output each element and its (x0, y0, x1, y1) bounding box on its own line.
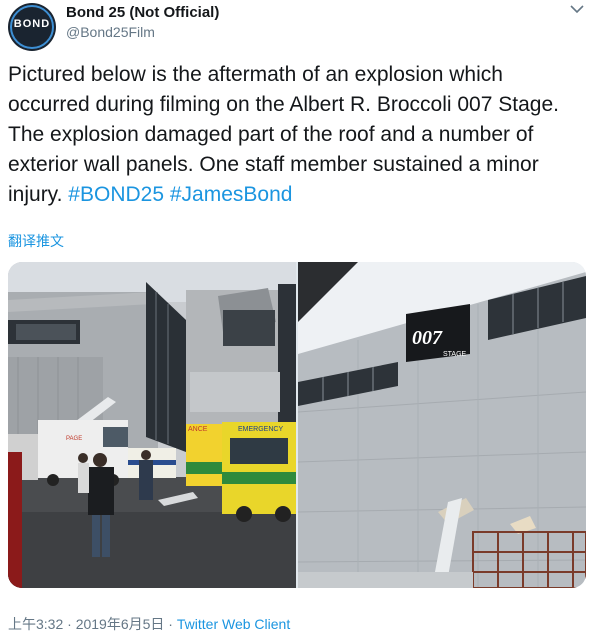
photo-007-stage-damage[interactable]: 007 STAGE (298, 262, 586, 588)
media-grid: PAGE ANCE EMERGENCY 007 STAGE (8, 262, 586, 588)
ambulance-sign-left: ANCE (188, 426, 208, 433)
footer-separator: · (63, 616, 76, 632)
avatar-logo-text: BOND (13, 18, 51, 30)
ambulance-sign-emergency: EMERGENCY (238, 426, 283, 433)
sign-007-logo: 007 (412, 327, 443, 349)
tweet-footer: 上午3:32 · 2019年6月5日 · Twitter Web Client (8, 614, 290, 634)
tweet-date[interactable]: 2019年6月5日 (76, 616, 165, 632)
footer-separator-2: · (164, 616, 177, 632)
chevron-down-icon[interactable] (568, 0, 586, 18)
van-logo-text: PAGE (66, 436, 82, 442)
avatar[interactable]: BOND (8, 3, 56, 51)
hashtag-bond25[interactable]: #BOND25 (68, 183, 164, 206)
tweet-time[interactable]: 上午3:32 (8, 616, 63, 632)
tweet-text: Pictured below is the aftermath of an ex… (8, 60, 578, 210)
sign-stage-text: STAGE (443, 351, 467, 358)
hashtag-jamesbond[interactable]: #JamesBond (170, 183, 293, 206)
tweet-header: BOND Bond 25 (Not Official) @Bond25Film (0, 0, 596, 52)
tweet-client-link[interactable]: Twitter Web Client (177, 616, 290, 632)
user-handle[interactable]: @Bond25Film (66, 24, 155, 40)
photo-explosion-aftermath-ground[interactable]: PAGE ANCE EMERGENCY (8, 262, 296, 588)
display-name[interactable]: Bond 25 (Not Official) (66, 4, 219, 21)
translate-tweet-link[interactable]: 翻译推文 (8, 231, 64, 251)
